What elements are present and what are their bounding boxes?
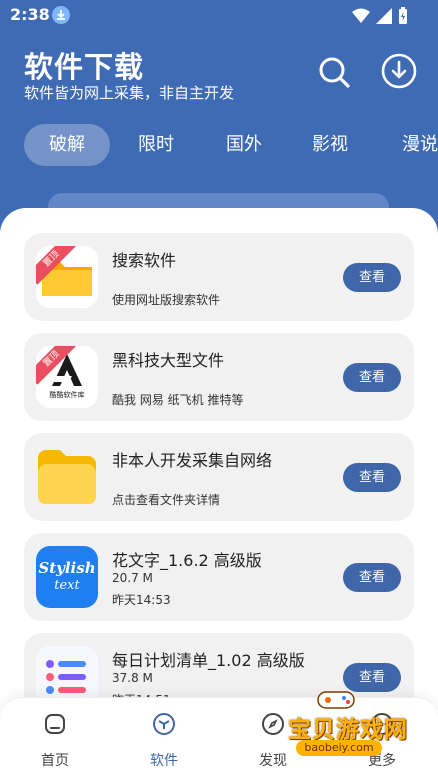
item-size: 37.8 M (112, 671, 153, 685)
watermark-text: 宝贝游戏网 (288, 717, 408, 743)
watermark-url: baobeiy.com (296, 740, 382, 756)
item-title: 花文字_1.6.2 高级版 (112, 551, 262, 570)
item-time: 昨天14:53 (112, 593, 171, 607)
item-description: 酷我 网易 纸飞机 推特等 (112, 393, 244, 407)
nav-software[interactable]: 软件 (124, 698, 204, 779)
item-title: 每日计划清单_1.02 高级版 (112, 651, 305, 670)
page-subtitle: 软件皆为网上采集，非自主开发 (24, 84, 235, 102)
signal-icon (376, 8, 392, 24)
page-title: 软件下载 (24, 50, 145, 84)
tab-limited[interactable]: 限时 (116, 124, 196, 166)
view-button[interactable]: 查看 (343, 363, 401, 392)
view-button[interactable]: 查看 (343, 463, 401, 492)
category-tabs: 破解 限时 国外 影视 漫说 (24, 124, 438, 168)
list-item[interactable]: Stylish text 花文字_1.6.2 高级版 20.7 M 昨天14:5… (24, 533, 414, 621)
yellow-folder-icon: 置顶 (36, 246, 98, 308)
status-icons (352, 7, 408, 25)
icon-text-line2: text (54, 578, 80, 593)
black-tech-logo: 酷酷软件库 置顶 (36, 346, 98, 408)
tab-crack[interactable]: 破解 (24, 124, 110, 166)
search-button[interactable] (316, 54, 352, 90)
tab-foreign[interactable]: 国外 (204, 124, 284, 166)
watermark: 宝贝游戏网 baobeiy.com (262, 688, 412, 774)
list-item[interactable]: 酷酷软件库 置顶 黑科技大型文件 酷我 网易 纸飞机 推特等 查看 (24, 333, 414, 421)
item-description: 使用网址版搜索软件 (112, 293, 221, 307)
item-title: 搜索软件 (112, 251, 177, 270)
nav-label: 软件 (150, 753, 178, 769)
list-item[interactable]: 非本人开发采集自网络 点击查看文件夹详情 查看 (24, 433, 414, 521)
nav-home[interactable]: 首页 (15, 698, 95, 779)
download-notification-icon (52, 6, 70, 24)
search-icon (319, 57, 350, 88)
status-time: 2:38 (10, 5, 50, 24)
tab-comics[interactable]: 漫说 (380, 124, 438, 166)
icon-text-line1: Stylish (38, 559, 96, 577)
item-title: 黑科技大型文件 (112, 351, 225, 370)
list-item[interactable]: 置顶 搜索软件 使用网址版搜索软件 查看 (24, 233, 414, 321)
status-bar: 2:38 (0, 0, 438, 32)
view-button[interactable]: 查看 (343, 563, 401, 592)
gamepad-icon (317, 691, 355, 709)
download-button[interactable] (380, 52, 418, 90)
wifi-icon (352, 8, 370, 23)
folder-icon (36, 446, 98, 508)
cube-icon (153, 713, 175, 735)
tab-video[interactable]: 影视 (290, 124, 370, 166)
view-button[interactable]: 查看 (343, 263, 401, 292)
item-description: 点击查看文件夹详情 (112, 493, 221, 507)
stylish-text-icon: Stylish text (36, 546, 98, 608)
nav-label: 首页 (41, 753, 69, 769)
logo-text: 酷酷软件库 (49, 391, 85, 399)
home-icon (45, 714, 65, 734)
item-size: 20.7 M (112, 571, 153, 585)
item-title: 非本人开发采集自网络 (112, 451, 273, 470)
download-icon (381, 53, 417, 89)
battery-icon (399, 7, 407, 24)
